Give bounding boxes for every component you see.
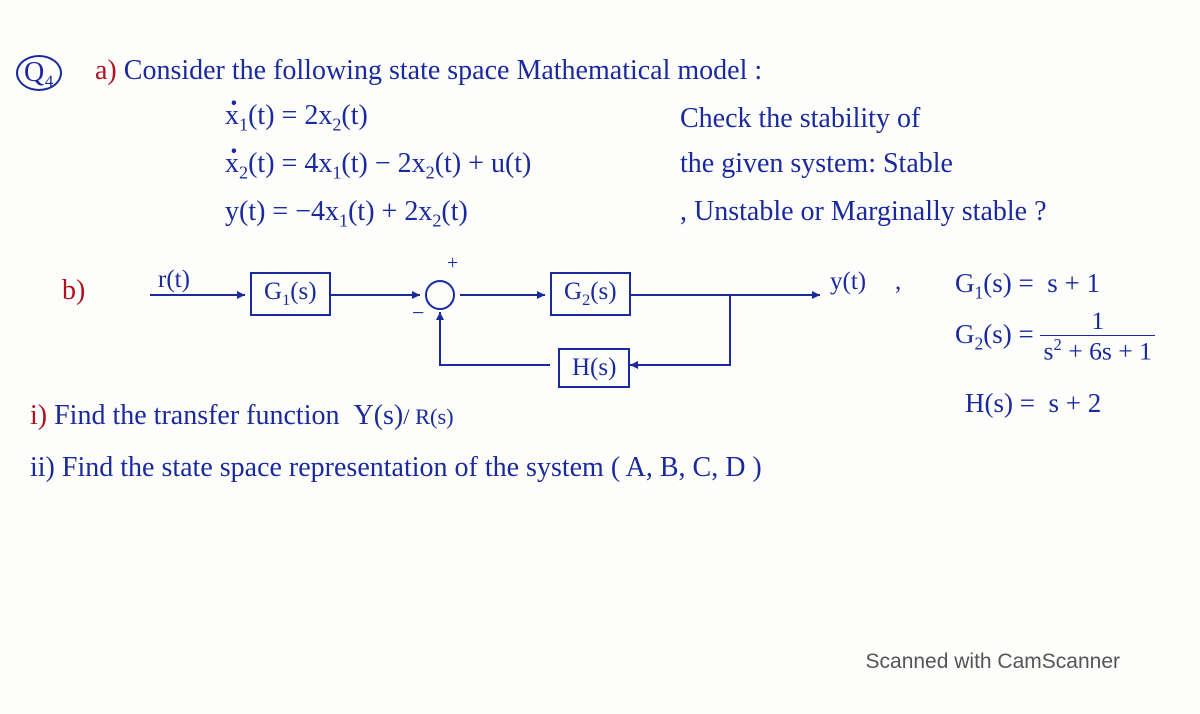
subpart-ii: ii) Find the state space representation … bbox=[30, 452, 762, 484]
stability-line3: , Unstable or Marginally stable ? bbox=[680, 196, 1047, 228]
part-a-text: Consider the following state space Mathe… bbox=[124, 55, 762, 86]
part-a-label: a) bbox=[95, 55, 117, 86]
equation-1: x1(t) = 2x2(t) bbox=[225, 100, 368, 136]
g2-block: G2(s) bbox=[550, 272, 631, 316]
plus-sign: + bbox=[447, 252, 458, 275]
subpart-i: i) Find the transfer function Y(s)/ R(s) bbox=[30, 400, 454, 432]
scanner-watermark: Scanned with CamScanner bbox=[866, 650, 1120, 674]
equation-3: y(t) = −4x1(t) + 2x2(t) bbox=[225, 196, 468, 232]
block-diagram: r(t) G1(s) + − G2(s) H(s) y(t) , bbox=[150, 270, 890, 390]
h-definition: H(s) = s + 2 bbox=[965, 388, 1101, 419]
part-b-label: b) bbox=[62, 275, 85, 307]
g2-definition: G2(s) = 1 s2 + 6s + 1 bbox=[955, 308, 1155, 365]
equation-2: x2(t) = 4x1(t) − 2x2(t) + u(t) bbox=[225, 148, 531, 184]
h-block: H(s) bbox=[558, 348, 630, 388]
output-label: y(t) bbox=[830, 268, 866, 296]
stability-line2: the given system: Stable bbox=[680, 148, 953, 180]
g2-numerator: 1 bbox=[1040, 308, 1155, 335]
minus-sign: − bbox=[412, 300, 424, 326]
handwritten-page: Q₄ a) Consider the following state space… bbox=[0, 0, 1200, 714]
g1-block: G1(s) bbox=[250, 272, 331, 316]
part-a-prompt: a) Consider the following state space Ma… bbox=[95, 55, 762, 87]
input-label: r(t) bbox=[158, 266, 190, 294]
stability-line1: Check the stability of bbox=[680, 103, 920, 135]
q-number-text: Q₄ bbox=[16, 55, 62, 91]
summing-junction bbox=[425, 280, 455, 310]
g1-definition: G1(s) = s + 1 bbox=[955, 268, 1100, 303]
g2-denominator: s2 + 6s + 1 bbox=[1040, 335, 1155, 365]
comma: , bbox=[895, 268, 901, 296]
question-number: Q₄ bbox=[16, 55, 62, 91]
